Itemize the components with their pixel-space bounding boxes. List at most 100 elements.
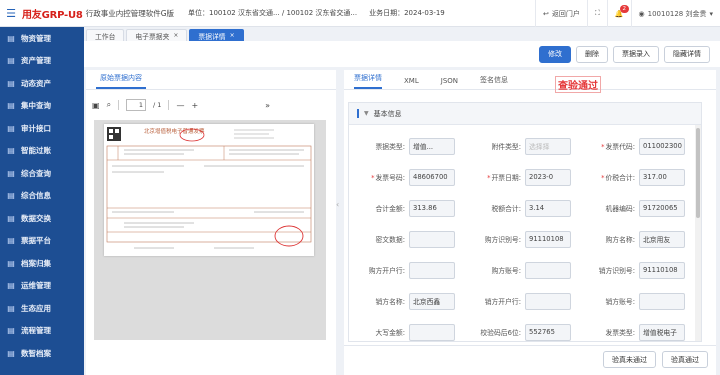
form-field: 机器编码: 91720065 bbox=[579, 199, 685, 217]
tab-xml[interactable]: XML bbox=[404, 77, 419, 89]
field-label-text: 购方名称: bbox=[605, 236, 635, 244]
field-row: 购方开户行: 购方账号: 销方识别号: 91110108 bbox=[349, 257, 701, 283]
scrollbar[interactable] bbox=[695, 125, 701, 341]
sidebar-item[interactable]: ▤ 流程管理 bbox=[0, 320, 84, 343]
sidebar-item[interactable]: ▤ 资产管理 bbox=[0, 50, 84, 73]
form-field: 密文数据: bbox=[349, 230, 455, 248]
field-label: 销方名称: bbox=[349, 296, 409, 306]
notification-button[interactable]: 🔔 2 bbox=[606, 0, 631, 27]
field-input[interactable]: 2023-0 bbox=[525, 168, 571, 186]
sidebar-item[interactable]: ▤ 审计接口 bbox=[0, 117, 84, 140]
invoice-title: 北京增值税电子普通发票 bbox=[144, 127, 205, 135]
sidebar-item-label: 动态资产 bbox=[21, 78, 51, 88]
zoom-in-icon[interactable]: + bbox=[191, 101, 198, 110]
field-input[interactable] bbox=[409, 261, 455, 279]
sidebar-item[interactable]: ▤ 数据交换 bbox=[0, 207, 84, 230]
field-input[interactable]: 91110108 bbox=[525, 230, 571, 248]
field-input[interactable]: 增值... bbox=[409, 137, 455, 155]
field-label-text: 销方名称: bbox=[375, 298, 405, 306]
field-input[interactable]: 552765 bbox=[525, 323, 571, 341]
menu-icon[interactable]: ☰ bbox=[0, 0, 22, 27]
sidebar-item[interactable]: ▤ 档案归集 bbox=[0, 252, 84, 275]
field-input[interactable] bbox=[525, 261, 571, 279]
edit-button[interactable]: 修改 bbox=[539, 45, 571, 63]
sidebar-item-label: 生态应用 bbox=[21, 303, 51, 313]
sidebar-toggle-icon[interactable]: ▣ bbox=[92, 101, 100, 110]
tab-invoice-detail[interactable]: 票据详情 × bbox=[189, 29, 244, 41]
field-label: 购方名称: bbox=[579, 234, 639, 244]
tab-json[interactable]: JSON bbox=[441, 77, 458, 89]
field-input[interactable]: 011002300 bbox=[639, 137, 685, 155]
field-input[interactable]: 91720065 bbox=[639, 199, 685, 217]
sidebar-item[interactable]: ▤ 综合查询 bbox=[0, 162, 84, 185]
zoom-out-icon[interactable]: — bbox=[176, 101, 184, 110]
sidebar-item-label: 审计接口 bbox=[21, 123, 51, 133]
required-mark: * bbox=[601, 143, 605, 151]
invoice-entry-button[interactable]: 票据录入 bbox=[613, 45, 659, 63]
field-input[interactable] bbox=[639, 292, 685, 310]
field-row: 票据类型: 增值... 附件类型: 选择择 *发票代码: 011002300 bbox=[349, 133, 701, 159]
tab-invoice-detail-info[interactable]: 票据详情 bbox=[354, 73, 382, 89]
hide-detail-button[interactable]: 隐藏详情 bbox=[664, 45, 710, 63]
field-input[interactable] bbox=[409, 230, 455, 248]
field-input[interactable]: 317.00 bbox=[639, 168, 685, 186]
verify-passed-button[interactable]: 验真通过 bbox=[662, 351, 708, 368]
field-input[interactable] bbox=[409, 323, 455, 341]
field-input[interactable]: 北京西鑫 bbox=[409, 292, 455, 310]
field-input[interactable]: 选择择 bbox=[525, 137, 571, 155]
unit-selector[interactable]: 单位：100102 汉东省交通... / 100102 汉东省交通... bbox=[188, 8, 357, 18]
close-icon[interactable]: × bbox=[230, 32, 235, 39]
sidebar-item[interactable]: ▤ 综合信息 bbox=[0, 185, 84, 208]
section-accent bbox=[357, 109, 359, 118]
sidebar-item[interactable]: ▤ 数智档案 bbox=[0, 342, 84, 365]
field-label: 购方账号: bbox=[465, 265, 525, 275]
field-label: *开票日期: bbox=[465, 172, 525, 182]
top-bar: ☰ 用友GRP-U8 行政事业内控管理软件G版 单位：100102 汉东省交通.… bbox=[0, 0, 720, 27]
close-icon[interactable]: × bbox=[173, 32, 178, 39]
user-icon: ◉ bbox=[638, 9, 645, 18]
sidebar-item[interactable]: ▤ 运维管理 bbox=[0, 275, 84, 298]
more-tools-icon[interactable]: » bbox=[265, 101, 270, 110]
tab-workbench[interactable]: 工作台 bbox=[86, 29, 125, 41]
logo: 用友GRP-U8 行政事业内控管理软件G版 bbox=[22, 0, 178, 27]
tab-original-content[interactable]: 原始票据内容 bbox=[96, 73, 146, 89]
pdf-viewer[interactable]: 北京增值税电子普通发票 bbox=[94, 120, 326, 340]
footer-actions: 验真未通过 验真通过 bbox=[344, 345, 716, 373]
sidebar-item[interactable]: ▤ 生态应用 bbox=[0, 297, 84, 320]
search-icon[interactable]: ⌕ bbox=[107, 100, 111, 110]
field-input[interactable]: 48606700 bbox=[409, 168, 455, 186]
delete-button[interactable]: 删除 bbox=[576, 45, 608, 63]
sidebar-item[interactable]: ▤ 票据平台 bbox=[0, 230, 84, 253]
module-icon: ▤ bbox=[7, 191, 15, 201]
field-input[interactable]: 增值税电子 bbox=[639, 323, 685, 341]
tab-einvoice-folder[interactable]: 电子票据夹 × bbox=[126, 29, 188, 41]
tab-label: 电子票据夹 bbox=[135, 32, 170, 41]
field-label: 合计金额: bbox=[349, 203, 409, 213]
field-input[interactable]: 3.14 bbox=[525, 199, 571, 217]
user-menu[interactable]: ◉ 10010128 刘金贵 ▾ bbox=[630, 0, 720, 27]
scrollbar-thumb[interactable] bbox=[696, 128, 700, 218]
sidebar-item-label: 资产管理 bbox=[21, 56, 51, 66]
field-input[interactable]: 91110108 bbox=[639, 261, 685, 279]
brand-name: 用友GRP-U8 bbox=[22, 9, 83, 21]
field-input[interactable]: 北京用友 bbox=[639, 230, 685, 248]
field-input[interactable]: 313.86 bbox=[409, 199, 455, 217]
sidebar-item[interactable]: ▤ 动态资产 bbox=[0, 72, 84, 95]
sidebar-item[interactable]: ▤ 智能过账 bbox=[0, 140, 84, 163]
field-label: 销方账号: bbox=[579, 296, 639, 306]
fullscreen-icon[interactable]: ⛶ bbox=[586, 0, 607, 27]
business-date[interactable]: 业务日期：2024-03-19 bbox=[369, 8, 445, 18]
tab-signature[interactable]: 签名信息 bbox=[480, 75, 508, 89]
sidebar-item[interactable]: ▤ 物资管理 bbox=[0, 27, 84, 50]
field-label-text: 销方开户行: bbox=[484, 298, 521, 306]
field-input[interactable] bbox=[525, 292, 571, 310]
sidebar-item[interactable]: ▤ 集中查询 bbox=[0, 95, 84, 118]
panel-splitter-handle[interactable]: ‹ bbox=[336, 200, 344, 220]
section-header[interactable]: ▼ 基本信息 bbox=[349, 103, 701, 125]
back-portal-button[interactable]: ↩ 返回门户 bbox=[535, 0, 587, 27]
form-field: 发票类型: 增值税电子 bbox=[579, 323, 685, 341]
verify-failed-button[interactable]: 验真未通过 bbox=[603, 351, 656, 368]
page-number-input[interactable]: 1 bbox=[126, 99, 147, 111]
field-label-text: 购方识别号: bbox=[484, 236, 521, 244]
sidebar-item-label: 运维管理 bbox=[21, 281, 51, 291]
